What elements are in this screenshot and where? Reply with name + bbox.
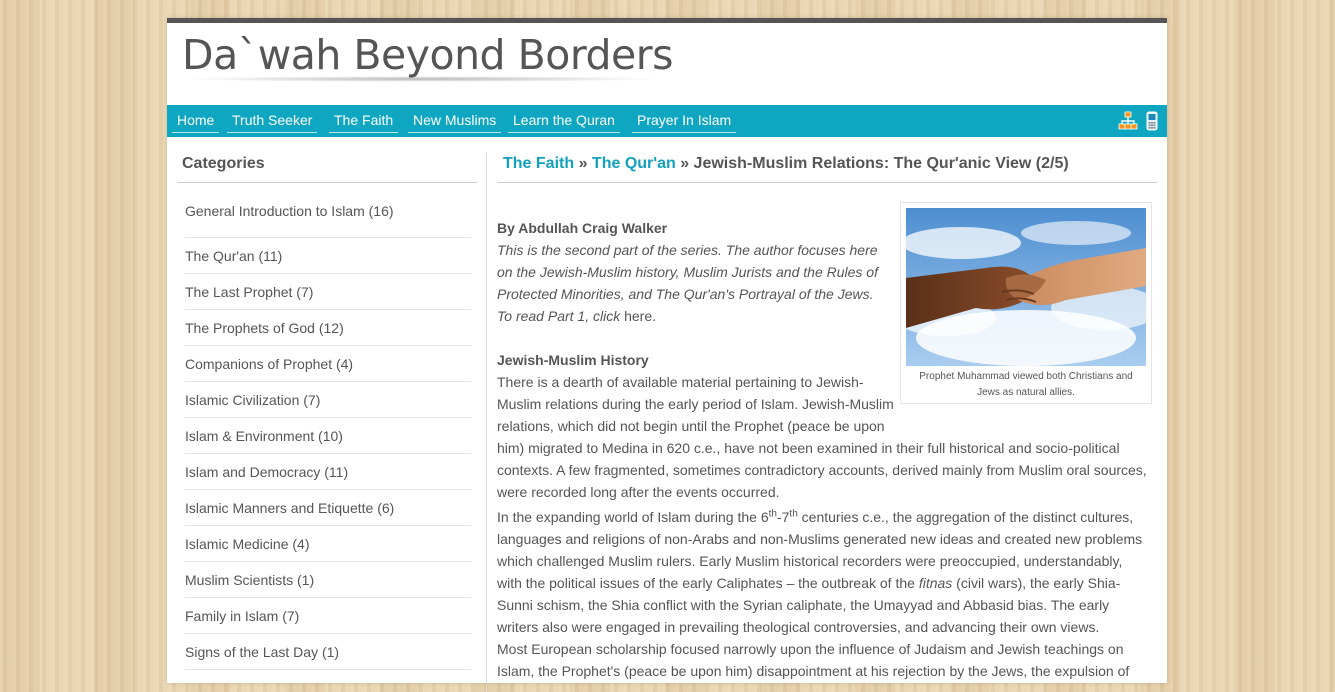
nav-learn-the-quran[interactable]: Learn the Quran [508, 111, 620, 133]
nav-home[interactable]: Home [172, 111, 220, 133]
breadcrumb-separator: » [578, 155, 588, 172]
figure-caption: Prophet Muhammad viewed both Christians … [919, 371, 1133, 398]
category-item[interactable]: Family in Islam (7) [185, 598, 471, 634]
paragraph-line: In the expanding world of Islam during t… [497, 508, 1134, 525]
page-container: Da`wah Beyond Borders Home Truth Seeker … [167, 18, 1167, 692]
categories-title: Categories [182, 155, 265, 172]
category-item[interactable]: Signs of the Last Day (1) [185, 634, 471, 670]
article-intro: This is the second part of the series. T… [497, 242, 878, 258]
category-item[interactable]: Companions of Prophet (4) [185, 346, 471, 382]
page-title: Jewish-Muslim Relations: The Qur'anic Vi… [693, 155, 1069, 172]
category-item[interactable]: The Last Prophet (7) [185, 274, 471, 310]
category-item[interactable]: The Prophets of God (12) [185, 310, 471, 346]
paragraph-line: with the political issues of the early C… [497, 575, 1121, 591]
paragraph-line: Islam, the Prophet's (peace be upon him)… [497, 663, 1130, 679]
category-list: General Introduction to Islam (16) The Q… [185, 193, 471, 670]
site-logo[interactable]: Da`wah Beyond Borders [182, 31, 673, 79]
paragraph-line: writers also were engaged in prevailing … [497, 619, 1100, 635]
category-item[interactable]: Islam & Environment (10) [185, 418, 471, 454]
column-divider [486, 152, 487, 692]
logo-shadow [181, 76, 663, 82]
paragraph-line: contexts. A few fragmented, sometimes co… [497, 462, 1147, 478]
article-figure: Prophet Muhammad viewed both Christians … [900, 202, 1152, 404]
main-nav: Home Truth Seeker The Faith New Muslims … [167, 105, 1167, 137]
breadcrumb-the-faith[interactable]: The Faith [503, 155, 574, 172]
paragraph-line: Muslim relations during the early period… [497, 396, 894, 412]
part-1-link[interactable]: here. [620, 308, 656, 324]
nav-prayer-in-islam[interactable]: Prayer In Islam [632, 111, 737, 133]
article-author: By Abdullah Craig Walker [497, 220, 668, 236]
nav-new-muslims[interactable]: New Muslims [408, 111, 502, 133]
breadcrumb-separator: » [680, 155, 690, 172]
paragraph-line: Most European scholarship focused narrow… [497, 641, 1124, 657]
paragraph-line: him) migrated to Medina in 620 c.e., hav… [497, 440, 1120, 456]
handshake-image [906, 208, 1146, 366]
paragraph-line: which challenged Muslim rulers. Early Mu… [497, 553, 1123, 569]
breadcrumb: The Faith » The Qur'an » Jewish-Muslim R… [503, 155, 1069, 173]
category-item[interactable]: Islam and Democracy (11) [185, 454, 471, 490]
sitemap-icon[interactable] [1118, 111, 1138, 131]
paragraph-line: were recorded long after the events occu… [497, 484, 780, 500]
paragraph-line: relations, which did not begin until the… [497, 418, 885, 434]
categories-divider [177, 182, 477, 183]
site-header: Da`wah Beyond Borders [167, 23, 1167, 105]
section-heading: Jewish-Muslim History [497, 352, 649, 368]
paragraph-line: There is a dearth of available material … [497, 374, 864, 390]
article-intro: To read Part 1, click here. [497, 308, 657, 324]
category-item[interactable]: Islamic Medicine (4) [185, 526, 471, 562]
nav-truth-seeker[interactable]: Truth Seeker [227, 111, 318, 133]
category-item[interactable]: Muslim Scientists (1) [185, 562, 471, 598]
paragraph-line: languages and religions of non-Arabs and… [497, 531, 1143, 547]
category-item[interactable]: Islamic Civilization (7) [185, 382, 471, 418]
article-intro: on the Jewish-Muslim history, Muslim Jur… [497, 264, 878, 280]
article-intro: Protected Minorities, and The Qur'an's P… [497, 286, 874, 302]
breadcrumb-the-quran[interactable]: The Qur'an [592, 155, 676, 172]
paragraph-line: Sunni schism, the Shia conflict with the… [497, 597, 1110, 613]
nav-the-faith[interactable]: The Faith [329, 111, 399, 133]
title-divider [497, 182, 1157, 183]
category-item[interactable]: General Introduction to Islam (16) [185, 193, 471, 238]
category-item[interactable]: Islamic Manners and Etiquette (6) [185, 490, 471, 526]
mobile-icon[interactable] [1142, 111, 1162, 131]
category-item[interactable]: The Qur'an (11) [185, 238, 471, 274]
